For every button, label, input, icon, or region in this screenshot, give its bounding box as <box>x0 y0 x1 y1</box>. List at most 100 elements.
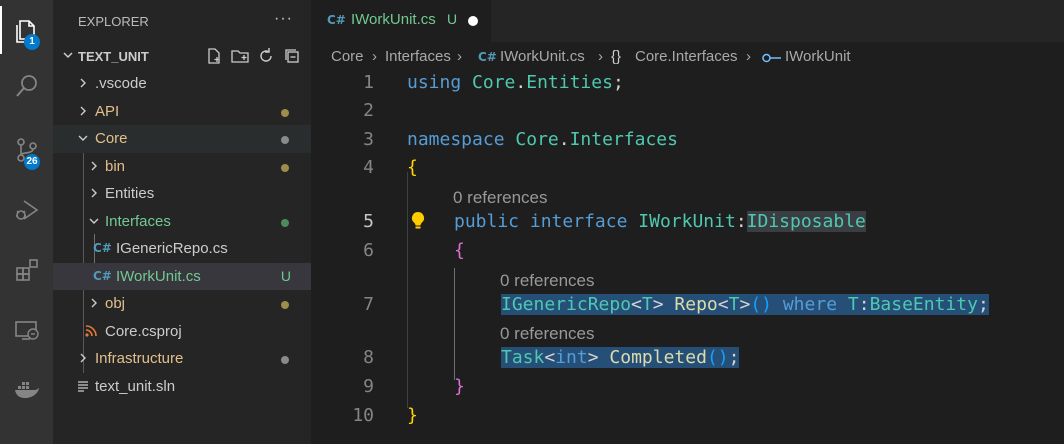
activity-explorer[interactable]: 1 <box>0 6 53 54</box>
explorer-badge: 1 <box>24 34 40 50</box>
tree-item-label: Core.csproj <box>105 322 182 340</box>
code-editor[interactable]: 1 using Core.Entities; 2 3 namespace Cor… <box>311 72 1064 444</box>
token: Completed <box>609 347 707 368</box>
token: IWorkUnit <box>638 211 736 232</box>
remote-explorer-icon <box>14 321 39 340</box>
breadcrumb-item-core[interactable]: Core <box>331 48 364 65</box>
tree-item-sln[interactable]: text_unit.sln <box>53 373 311 401</box>
csharp-file-icon: C# <box>327 13 346 27</box>
codelens-references[interactable]: 0 references <box>453 188 548 208</box>
tree-item-core-csproj[interactable]: Core.csproj <box>53 318 311 346</box>
new-file-icon[interactable] <box>205 47 223 65</box>
code-line: 7 IGenericRepo<T> Repo<T>() where T:Base… <box>311 294 1064 322</box>
chevron-right-icon: › <box>372 48 377 65</box>
refresh-icon[interactable] <box>257 47 275 65</box>
interface-symbol-icon <box>762 53 781 63</box>
tree-item-label: IGenericRepo.cs <box>116 240 228 258</box>
token: Task <box>501 347 545 368</box>
token: Repo <box>674 294 718 315</box>
chevron-right-icon: › <box>457 48 462 65</box>
namespace-icon: {} <box>611 48 622 65</box>
modified-dot <box>281 108 289 117</box>
activity-docker[interactable] <box>0 366 53 414</box>
unsaved-dot-icon[interactable] <box>468 16 478 26</box>
untracked-status: U <box>280 267 291 284</box>
tree-item-infrastructure[interactable]: Infrastructure <box>53 345 311 373</box>
modified-dot <box>281 136 289 144</box>
token: interface <box>529 211 628 232</box>
token: : <box>858 294 870 315</box>
activity-remote-explorer[interactable] <box>0 306 53 354</box>
code-text: using Core.Entities; <box>407 72 624 93</box>
codelens-references[interactable]: 0 references <box>500 324 595 344</box>
collapse-all-icon[interactable] <box>283 47 301 65</box>
untracked-dot <box>281 218 289 227</box>
breadcrumb-item-file[interactable]: IWorkUnit.cs <box>500 48 585 65</box>
token: . <box>515 72 527 93</box>
tree-item-igenericrepo[interactable]: C# IGenericRepo.cs <box>53 235 311 263</box>
code-line: 1 using Core.Entities; <box>311 72 1064 100</box>
tree-item-vscode[interactable]: .vscode <box>53 70 311 98</box>
line-number: 1 <box>363 72 374 93</box>
activity-extensions[interactable] <box>0 246 53 294</box>
token: Interfaces <box>569 129 678 150</box>
tree-item-bin[interactable]: bin <box>53 153 311 181</box>
modified-dot <box>281 163 289 172</box>
token: > <box>587 347 599 368</box>
token: ; <box>977 294 989 315</box>
explorer-title: EXPLORER <box>78 13 149 29</box>
code-text-selected: IGenericRepo<T> Repo<T>() where T:BaseEn… <box>501 294 989 315</box>
activity-search[interactable] <box>0 62 53 110</box>
token: < <box>544 347 556 368</box>
token: > <box>652 294 664 315</box>
line-number: 8 <box>363 347 374 368</box>
code-text: { <box>454 240 465 261</box>
new-folder-icon[interactable] <box>231 47 249 65</box>
token: : <box>735 211 747 232</box>
tree-item-label: Core <box>95 130 128 148</box>
breadcrumb-item-interface[interactable]: IWorkUnit <box>785 48 851 65</box>
breadcrumb-item-interfaces[interactable]: Interfaces <box>385 48 451 65</box>
code-line: 6 { <box>311 240 1064 268</box>
token: T <box>641 294 653 315</box>
tree-item-interfaces[interactable]: Interfaces <box>53 208 311 236</box>
file-lines-icon <box>78 380 88 392</box>
tree-item-label: IWorkUnit.cs <box>116 267 201 285</box>
breadcrumb: Core › Interfaces › C# IWorkUnit.cs › {}… <box>311 42 1064 72</box>
code-text: } <box>454 376 465 397</box>
line-number: 3 <box>363 129 374 150</box>
tree-item-obj[interactable]: obj <box>53 290 311 318</box>
source-control-badge: 26 <box>24 154 40 170</box>
chevron-down-icon <box>78 135 88 141</box>
token: > <box>739 294 751 315</box>
tree-item-iworkunit[interactable]: C# IWorkUnit.cs U <box>53 262 311 290</box>
tab-bar: C# IWorkUnit.cs U <box>311 0 1064 42</box>
tree-item-entities[interactable]: Entities <box>53 180 311 208</box>
line-number: 6 <box>363 240 374 261</box>
line-number: 9 <box>363 376 374 397</box>
chevron-right-icon <box>80 353 86 363</box>
activity-source-control[interactable]: 26 <box>0 126 53 174</box>
tree-item-api[interactable]: API <box>53 98 311 126</box>
token: < <box>631 294 642 315</box>
tree-item-label: API <box>95 102 120 120</box>
tab-iworkunit[interactable]: C# IWorkUnit.cs U <box>311 0 491 42</box>
activity-run-debug[interactable] <box>0 186 53 234</box>
tree-item-core[interactable]: Core <box>53 125 311 153</box>
code-line: 10 } <box>311 405 1064 433</box>
chevron-right-icon <box>91 161 97 170</box>
editor-area: C# IWorkUnit.cs U Core › Interfaces › C#… <box>311 0 1064 444</box>
more-actions-icon[interactable]: ··· <box>274 10 293 28</box>
chevron-right-icon <box>91 188 97 198</box>
chevron-right-icon: › <box>598 48 603 65</box>
token: ; <box>728 347 740 368</box>
tree-item-label: text_unit.sln <box>95 377 176 395</box>
token: T <box>847 294 859 315</box>
breadcrumb-item-namespace[interactable]: Core.Interfaces <box>635 48 738 65</box>
workspace-section-header[interactable]: TEXT_UNIT <box>53 42 311 70</box>
line-number: 10 <box>352 405 374 426</box>
lightbulb-icon[interactable] <box>411 211 425 231</box>
codelens-references[interactable]: 0 references <box>500 271 595 291</box>
csharp-file-icon: C# <box>93 268 112 283</box>
token: int <box>555 347 588 368</box>
